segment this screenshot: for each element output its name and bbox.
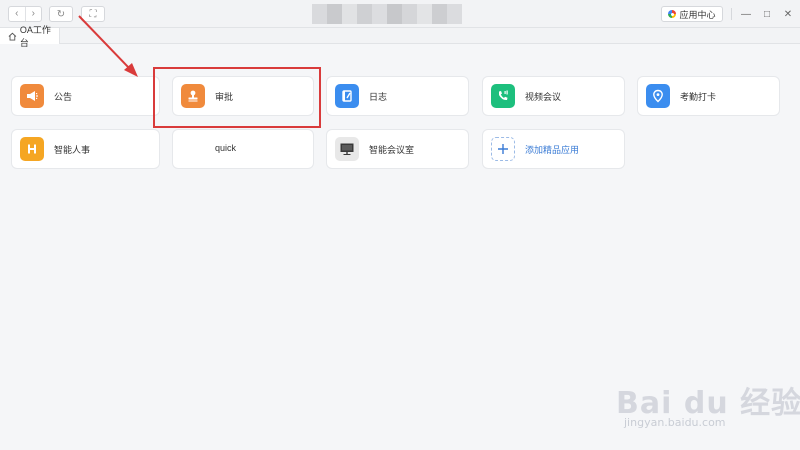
app-card-journal[interactable]: 日志 — [326, 76, 469, 116]
video-call-icon — [491, 84, 515, 108]
app-label: 智能会议室 — [369, 145, 415, 155]
close-button[interactable]: ✕ — [780, 6, 796, 22]
app-label: 审批 — [215, 92, 234, 102]
tab-label: OA工作台 — [19, 25, 51, 48]
app-card-approval[interactable]: 审批 — [172, 76, 314, 116]
app-center-button[interactable]: 应用中心 — [661, 6, 723, 22]
app-card-quick[interactable]: quick — [172, 129, 314, 169]
monitor-icon — [335, 137, 359, 161]
app-label: 视频会议 — [525, 92, 562, 102]
app-card-smart-hr[interactable]: 智能人事 — [11, 129, 160, 169]
app-label: quick — [215, 143, 237, 153]
app-center-label: 应用中心 — [679, 9, 716, 20]
plus-icon — [491, 137, 515, 161]
maximize-button[interactable]: □ — [759, 6, 775, 22]
location-pin-icon — [646, 84, 670, 108]
app-card-video-meeting[interactable]: 视频会议 — [482, 76, 625, 116]
nav-buttons: ‹ › — [8, 6, 42, 22]
tab-oa-workbench[interactable]: OA工作台 — [0, 25, 60, 48]
megaphone-icon — [20, 84, 44, 108]
add-app-card[interactable]: 添加精品应用 — [482, 129, 625, 169]
journal-icon — [335, 84, 359, 108]
divider — [731, 8, 732, 20]
refresh-button[interactable]: ↻ — [49, 6, 73, 22]
forward-button[interactable]: › — [24, 7, 42, 21]
app-label: 公告 — [54, 92, 73, 102]
app-card-smart-meeting-room[interactable]: 智能会议室 — [326, 129, 469, 169]
app-center-icon — [668, 10, 677, 18]
home-icon — [8, 32, 17, 40]
hr-icon — [20, 137, 44, 161]
back-button[interactable]: ‹ — [9, 7, 25, 21]
stamp-icon — [181, 84, 205, 108]
app-card-attendance[interactable]: 考勤打卡 — [637, 76, 780, 116]
app-label: 日志 — [369, 92, 388, 102]
tab-bar: OA工作台 — [0, 25, 800, 48]
refresh-icon: ↻ — [56, 8, 66, 20]
blurred-window-title — [312, 4, 462, 24]
title-bar: ‹ › ↻ ⛶ 应用中心 — □ ✕ — [0, 0, 800, 28]
app-label: 添加精品应用 — [525, 145, 580, 155]
minimize-button[interactable]: — — [738, 6, 754, 22]
app-label: 智能人事 — [54, 145, 91, 155]
watermark-url: jingyan.baidu.com — [624, 416, 726, 429]
fullscreen-icon: ⛶ — [89, 8, 97, 20]
fullscreen-button[interactable]: ⛶ — [81, 6, 105, 22]
app-label: 考勤打卡 — [680, 92, 717, 102]
app-card-announcement[interactable]: 公告 — [11, 76, 160, 116]
